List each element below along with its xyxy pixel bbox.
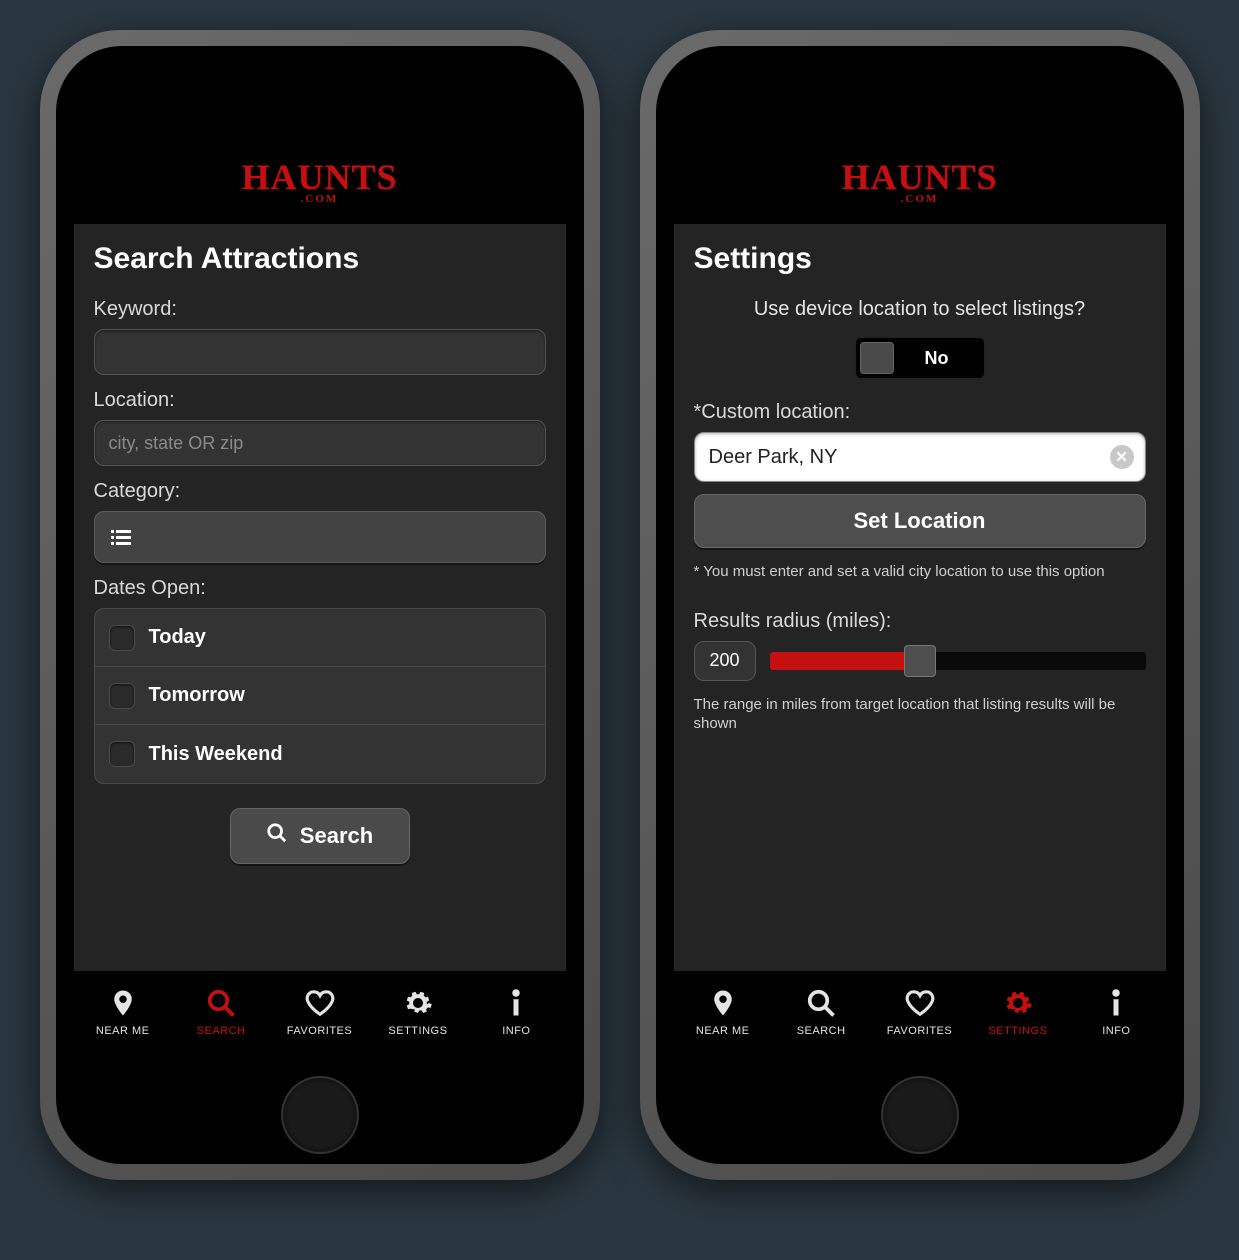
tab-label: FAVORITES	[887, 1025, 952, 1037]
brand-name: HAUNTS	[241, 162, 397, 193]
page-title: Settings	[694, 242, 1146, 276]
checkbox[interactable]	[109, 683, 135, 709]
radius-value: 200	[694, 641, 756, 681]
set-location-label: Set Location	[853, 508, 985, 534]
tab-info[interactable]: INFO	[1067, 971, 1165, 1054]
keyword-input[interactable]	[94, 329, 546, 375]
tab-bar: NEAR ME SEARCH FAVORITES SETTINGS INFO	[674, 970, 1166, 1054]
tab-label: INFO	[1102, 1025, 1130, 1037]
tab-label: SEARCH	[797, 1025, 846, 1037]
device-location-question: Use device location to select listings?	[694, 298, 1146, 321]
date-option-tomorrow[interactable]: Tomorrow	[95, 667, 545, 725]
tab-label: NEAR ME	[696, 1025, 750, 1037]
date-option-today[interactable]: Today	[95, 609, 545, 667]
heart-icon	[305, 988, 335, 1021]
custom-location-wrap: ✕	[694, 432, 1146, 482]
tab-settings[interactable]: SETTINGS	[969, 971, 1067, 1054]
phone-frame-left: HAUNTS .COM Search Attractions Keyword: …	[40, 30, 600, 1180]
checkbox[interactable]	[109, 741, 135, 767]
custom-location-label: *Custom location:	[694, 401, 1146, 424]
category-label: Category:	[94, 480, 546, 503]
home-button[interactable]	[281, 1076, 359, 1154]
tab-nearme[interactable]: NEAR ME	[74, 971, 172, 1054]
location-input[interactable]	[94, 420, 546, 466]
search-icon	[206, 988, 236, 1021]
checkbox[interactable]	[109, 625, 135, 651]
search-icon	[806, 988, 836, 1021]
settings-content: Settings Use device location to select l…	[674, 224, 1166, 970]
clear-icon[interactable]: ✕	[1110, 445, 1134, 469]
toggle-handle[interactable]	[860, 342, 894, 374]
date-label: Today	[149, 626, 206, 649]
tab-settings[interactable]: SETTINGS	[369, 971, 467, 1054]
device-location-toggle[interactable]: No	[855, 337, 985, 379]
tab-label: INFO	[502, 1025, 530, 1037]
tab-favorites[interactable]: FAVORITES	[870, 971, 968, 1054]
phone-bezel: HAUNTS .COM Search Attractions Keyword: …	[56, 46, 584, 1164]
home-button[interactable]	[881, 1076, 959, 1154]
slider-fill	[770, 652, 920, 670]
custom-location-input[interactable]	[694, 432, 1146, 482]
keyword-label: Keyword:	[94, 298, 546, 321]
tab-label: SETTINGS	[988, 1025, 1047, 1037]
set-location-button[interactable]: Set Location	[694, 494, 1146, 548]
date-label: This Weekend	[149, 743, 283, 766]
dates-label: Dates Open:	[94, 577, 546, 600]
toggle-value: No	[894, 348, 980, 369]
gear-icon	[1003, 988, 1033, 1021]
search-button-label: Search	[300, 823, 373, 849]
dates-list: Today Tomorrow This Weekend	[94, 608, 546, 784]
page-title: Search Attractions	[94, 242, 546, 276]
tab-bar: NEAR ME SEARCH FAVORITES SETTINGS INFO	[74, 970, 566, 1054]
tab-info[interactable]: INFO	[467, 971, 565, 1054]
screen-settings: HAUNTS .COM Settings Use device location…	[674, 142, 1166, 1054]
location-helper: * You must enter and set a valid city lo…	[694, 562, 1146, 582]
phone-frame-right: HAUNTS .COM Settings Use device location…	[640, 30, 1200, 1180]
tab-search[interactable]: SEARCH	[172, 971, 270, 1054]
tab-label: FAVORITES	[287, 1025, 352, 1037]
slider-thumb[interactable]	[904, 645, 936, 677]
tab-label: SEARCH	[197, 1025, 246, 1037]
search-button[interactable]: Search	[230, 808, 410, 864]
category-select[interactable]	[94, 511, 546, 563]
tab-label: NEAR ME	[96, 1025, 150, 1037]
tab-label: SETTINGS	[388, 1025, 447, 1037]
tab-nearme[interactable]: NEAR ME	[674, 971, 772, 1054]
app-header: HAUNTS .COM	[74, 142, 566, 224]
phone-bezel: HAUNTS .COM Settings Use device location…	[656, 46, 1184, 1164]
radius-helper: The range in miles from target location …	[694, 695, 1146, 734]
radius-label: Results radius (miles):	[694, 610, 1146, 633]
brand-logo: HAUNTS .COM	[241, 162, 397, 204]
heart-icon	[905, 988, 935, 1021]
search-icon	[266, 822, 288, 850]
gear-icon	[403, 988, 433, 1021]
app-header: HAUNTS .COM	[674, 142, 1166, 224]
radius-slider-row: 200	[694, 641, 1146, 681]
pin-icon	[708, 988, 738, 1021]
brand-logo: HAUNTS .COM	[841, 162, 997, 204]
search-content: Search Attractions Keyword: Location: Ca…	[74, 224, 566, 970]
info-icon	[1101, 988, 1131, 1021]
date-label: Tomorrow	[149, 684, 245, 707]
radius-slider[interactable]	[770, 650, 1146, 672]
date-option-weekend[interactable]: This Weekend	[95, 725, 545, 783]
info-icon	[501, 988, 531, 1021]
list-icon	[109, 525, 133, 549]
tab-favorites[interactable]: FAVORITES	[270, 971, 368, 1054]
screen-search: HAUNTS .COM Search Attractions Keyword: …	[74, 142, 566, 1054]
tab-search[interactable]: SEARCH	[772, 971, 870, 1054]
brand-name: HAUNTS	[841, 162, 997, 193]
pin-icon	[108, 988, 138, 1021]
location-label: Location:	[94, 389, 546, 412]
